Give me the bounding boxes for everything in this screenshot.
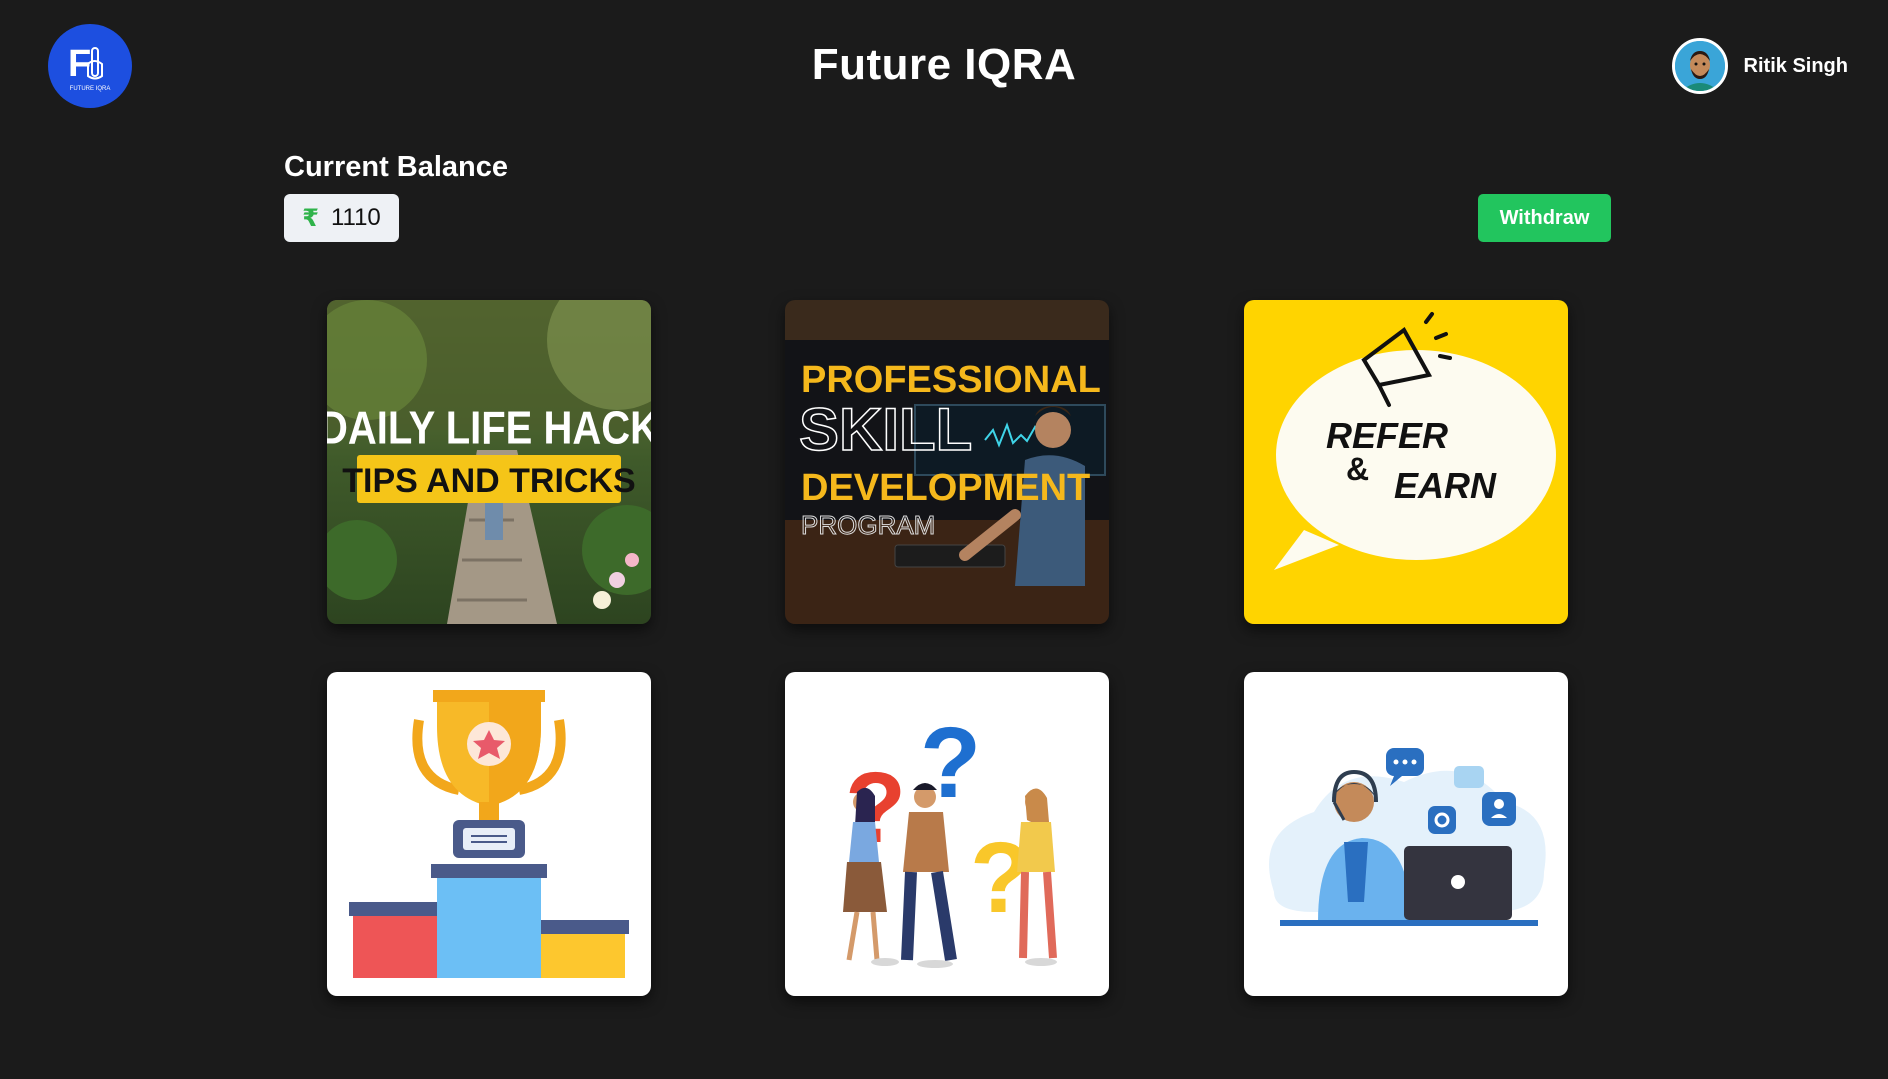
card-title-line1: REFER bbox=[1326, 415, 1448, 456]
withdraw-button[interactable]: Withdraw bbox=[1478, 194, 1611, 242]
customer-support-icon bbox=[1244, 672, 1568, 996]
developer-desk-image: PROFESSIONAL SKILL DEVELOPMENT PROGRAM bbox=[785, 300, 1109, 624]
user-profile[interactable]: Ritik Singh bbox=[1671, 38, 1848, 94]
card-title-line4: PROGRAM bbox=[801, 510, 935, 540]
refer-earn-image: REFER & EARN bbox=[1244, 300, 1568, 624]
balance-label: Current Balance bbox=[284, 151, 509, 183]
card-refer-earn[interactable]: REFER & EARN bbox=[1244, 300, 1568, 624]
card-title-line2: SKILL bbox=[799, 396, 972, 463]
rupee-icon: ₹ bbox=[302, 204, 319, 232]
card-quiz[interactable]: ? ? ? bbox=[785, 672, 1109, 996]
avatar-icon bbox=[1674, 41, 1725, 91]
balance-display: ₹ 1110 bbox=[284, 194, 399, 242]
page-title: Future IQRA bbox=[811, 40, 1077, 89]
avatar[interactable] bbox=[1671, 38, 1728, 94]
question-people-icon: ? ? ? bbox=[785, 672, 1109, 996]
card-title-line3: EARN bbox=[1394, 465, 1497, 506]
user-name: Ritik Singh bbox=[1743, 54, 1848, 77]
card-daily-life-hack[interactable]: DAILY LIFE HACK TIPS AND TRICKS bbox=[327, 300, 651, 624]
page: F FUTURE IQRA Future IQRA Ritik Singh Cu… bbox=[0, 0, 1888, 1079]
trophy-podium-icon bbox=[327, 672, 651, 996]
garden-path-image: DAILY LIFE HACK TIPS AND TRICKS bbox=[327, 300, 651, 624]
card-title-line1: DAILY LIFE HACK bbox=[327, 403, 651, 454]
balance-amount: 1110 bbox=[330, 204, 381, 231]
card-title-line3: DEVELOPMENT bbox=[801, 467, 1090, 509]
card-skill-development[interactable]: PROFESSIONAL SKILL DEVELOPMENT PROGRAM bbox=[785, 300, 1109, 624]
card-title-line2: & bbox=[1346, 451, 1369, 487]
card-title-line1: PROFESSIONAL bbox=[801, 359, 1101, 401]
card-leaderboard[interactable] bbox=[327, 672, 651, 996]
card-title-line2: TIPS AND TRICKS bbox=[342, 462, 635, 500]
card-support[interactable] bbox=[1244, 672, 1568, 996]
